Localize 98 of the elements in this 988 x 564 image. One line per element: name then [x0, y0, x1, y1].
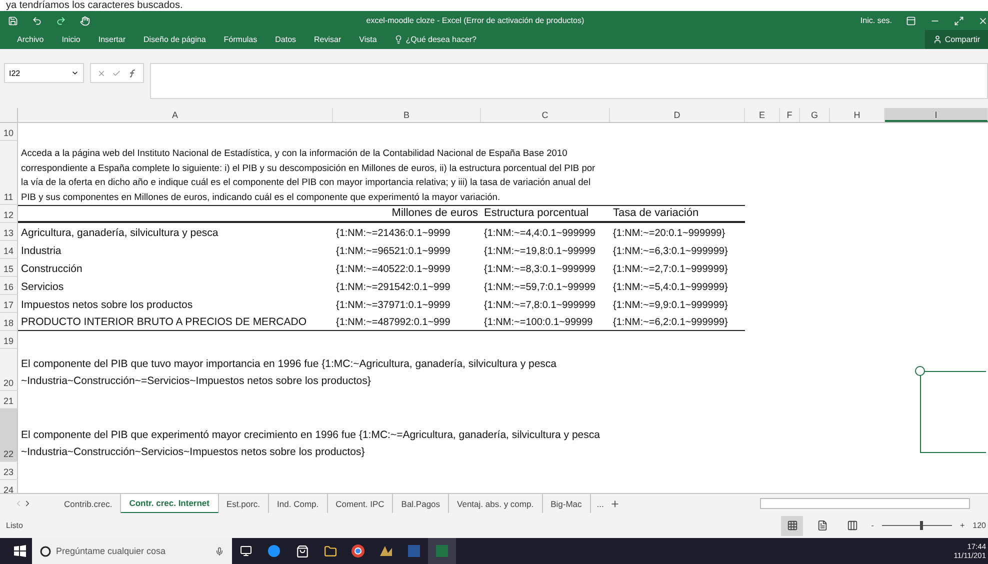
question-text: El componente del PIB que tuvo mayor importancia en 1996 fue {1:MC:~Agricultura, ganadería, silvicultura y pesca ~Industria~Construcción~=Servicios~Impuestos netos sobre los productos} — [20, 357, 557, 389]
row-number[interactable]: 21 — [0, 391, 18, 409]
scroll-right-icon[interactable] — [23, 499, 32, 508]
table-cell-text: {1:NM:~=21436:0.1~9999 — [335, 227, 452, 241]
name-box[interactable]: I22 — [4, 63, 84, 83]
table-cell-text: Impuestos netos sobre los productos — [20, 298, 194, 313]
ribbon-tab[interactable]: Archivo — [8, 35, 53, 44]
normal-view-button[interactable] — [781, 516, 804, 536]
column-heading[interactable]: B — [333, 108, 481, 122]
table-cell-text: Agricultura, ganadería, silvicultura y pesca — [20, 226, 220, 241]
column-header: Estructura porcentual — [481, 205, 610, 223]
ribbon-tab[interactable]: Vista — [350, 35, 386, 44]
status-text: Listo — [6, 521, 24, 530]
column-heading[interactable]: F — [780, 108, 800, 122]
function-icon[interactable] — [127, 68, 137, 78]
close-icon[interactable] — [978, 16, 988, 26]
row-number[interactable]: 20 — [0, 349, 18, 391]
row-number[interactable]: 23 — [0, 462, 18, 480]
column-header: Tasa de variación — [610, 205, 745, 223]
column-heading[interactable]: G — [800, 108, 830, 122]
table-cell-text: {1:NM:~=7,8:0.1~999999 — [483, 299, 596, 313]
hand-icon[interactable] — [80, 16, 90, 26]
table-cell-text: {1:NM:~=40522:0.1~9999 — [335, 263, 452, 277]
restore-icon[interactable] — [954, 16, 964, 26]
row-number[interactable]: 19 — [0, 331, 18, 349]
table-cell-text: Construcción — [20, 262, 84, 277]
microphone-icon[interactable] — [215, 546, 224, 556]
table-cell: {1:NM:~=487992:0.1~999 — [333, 313, 481, 331]
resize-handle[interactable] — [915, 366, 925, 376]
horizontal-scrollbar[interactable] — [760, 498, 970, 509]
table-cell-text: {1:NM:~=37971:0.1~9999 — [335, 299, 452, 313]
save-icon[interactable] — [8, 16, 18, 26]
zoom-out-button[interactable]: - — [871, 521, 874, 530]
row-number[interactable]: 13 — [0, 223, 18, 241]
slider-thumb[interactable] — [920, 521, 924, 530]
table-cell-text: {1:NM:~=96521:0.1~9999 — [335, 245, 452, 259]
row-number[interactable]: 18 — [0, 313, 18, 331]
column-header: Millones de euros — [333, 205, 481, 223]
table-cell-text: {1:NM:~=2,7:0.1~999999} — [612, 263, 729, 277]
column-heading[interactable]: C — [481, 108, 610, 122]
add-sheet-icon[interactable] — [610, 498, 620, 508]
table-cell: {1:NM:~=100:0.1~99999 — [481, 313, 610, 331]
question-text: El componente del PIB que experimentó mayor crecimiento en 1996 fue {1:MC:~=Agricultura, ganadería, silvicultura y pesca ~Industria~Construcción~Servicios~Impuestos netos sobre los productos} — [20, 428, 600, 460]
ribbon-tab[interactable]: Datos — [266, 35, 306, 44]
ribbon-tab[interactable]: Revisar — [305, 35, 350, 44]
table-cell-text: Industria — [20, 244, 62, 259]
zoom-level: 120 — [972, 521, 987, 530]
person-icon — [932, 35, 942, 44]
formula-input[interactable] — [150, 63, 988, 99]
table-cell: {1:NM:~=6,2:0.1~999999} — [610, 313, 745, 331]
table-cell-text: {1:NM:~=6,3:0.1~999999} — [612, 245, 729, 259]
ribbon-tab[interactable]: Insertar — [89, 35, 134, 44]
table-cell-text: {1:NM:~=4,4:0.1~999999 — [483, 227, 596, 241]
shape-selection-frame[interactable] — [920, 371, 986, 453]
table-cell-text: {1:NM:~=20:0.1~999999} — [612, 227, 726, 241]
row-number[interactable]: 14 — [0, 241, 18, 259]
redo-icon[interactable] — [56, 16, 66, 26]
windows-start-icon[interactable] — [14, 545, 26, 557]
table-cell-text: {1:NM:~=8,3:0.1~999999 — [483, 263, 596, 277]
table-cell-text: {1:NM:~=291542:0.1~999 — [335, 281, 452, 295]
more-sheets-button[interactable]: ... — [590, 498, 610, 508]
undo-icon[interactable] — [32, 16, 42, 26]
table-cell-text: Servicios — [20, 280, 65, 295]
page-icon — [816, 520, 828, 531]
grid-icon — [786, 520, 798, 531]
lightbulb-icon — [394, 35, 403, 44]
tell-me-search[interactable]: ¿Qué desea hacer? — [386, 35, 477, 44]
column-heading[interactable]: A — [18, 108, 333, 122]
ribbon-tab[interactable]: Diseño de página — [134, 35, 215, 44]
window-title: excel-moodle cloze - Excel (Error de activación de productos) — [365, 16, 586, 25]
row-number[interactable]: 16 — [0, 277, 18, 295]
table-cell-text: {1:NM:~=9,9:0.1~999999} — [612, 299, 729, 313]
column-heading[interactable]: E — [745, 108, 780, 122]
row-number[interactable]: 22 — [0, 409, 18, 462]
column-heading[interactable]: D — [610, 108, 745, 122]
cancel-icon[interactable] — [97, 68, 106, 78]
table-cell-text: {1:NM:~=5,4:0.1~999999} — [612, 281, 729, 295]
ribbon-display-icon[interactable] — [906, 16, 916, 26]
sign-in-link[interactable]: Inic. ses. — [860, 16, 892, 25]
row-number[interactable]: 15 — [0, 259, 18, 277]
table-cell: PRODUCTO INTERIOR BRUTO A PRECIOS DE MERCADO — [18, 313, 333, 331]
share-button[interactable]: Compartir — [924, 30, 988, 49]
ribbon-tab[interactable]: Fórmulas — [214, 35, 266, 44]
table-cell-text: {1:NM:~=19,8:0.1~99999 — [483, 245, 596, 259]
row-number[interactable]: 24 — [0, 480, 18, 493]
search-field[interactable]: Pregúntame cualquier cosa — [32, 538, 232, 564]
cortana-icon — [40, 546, 51, 556]
columns-icon — [846, 520, 858, 531]
ribbon-tab[interactable]: Inicio — [52, 35, 90, 44]
row-number[interactable]: 11 — [0, 141, 18, 205]
sheet-tab[interactable]: Contr. crec. Internet — [121, 494, 218, 514]
zoom-in-button[interactable]: + — [960, 521, 965, 530]
row-number[interactable]: 12 — [0, 205, 18, 223]
row-number[interactable]: 17 — [0, 295, 18, 313]
row-number[interactable]: 10 — [0, 123, 18, 141]
instruction-text: Acceda a la página web del Instituto Nacional de Estadística, y con la información de la Contabilidad Nacional de España Base 2010 correspondiente a España complete lo siguiente: i) el PIB y su descomposición en Millones de euros, ii) la estructura porcentual del PIB por la vía de la oferta en dicho año e indique cuál es el componente del PIB con mayor importancia relativa; y iii) la tasa de variación anual del PIB y sus componentes en Millones de euros, indicando cuál es el componente que experimentó la mayor variación. — [20, 147, 596, 204]
column-heading[interactable]: I — [885, 108, 988, 122]
table-cell-text: {1:NM:~=59,7:0.1~99999 — [483, 281, 596, 295]
